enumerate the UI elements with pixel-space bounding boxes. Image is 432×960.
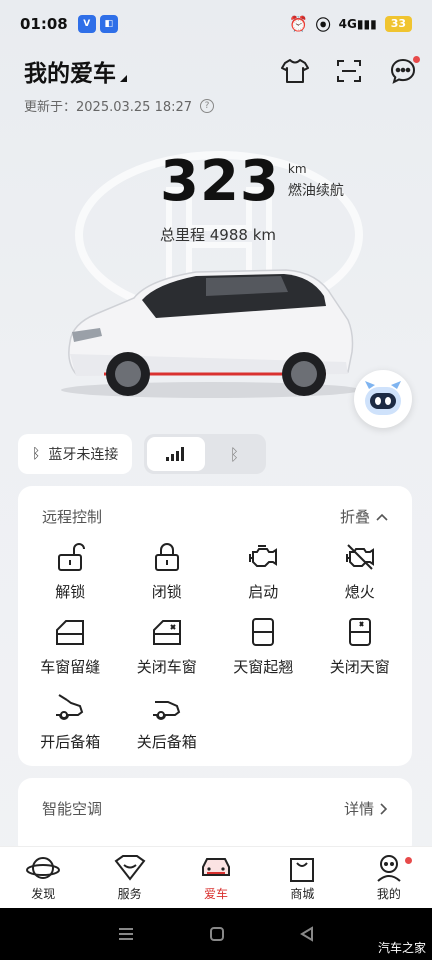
status-time: 01:08 [20,15,68,33]
watermark: 汽车之家 [377,941,426,955]
range-unit: km [287,162,307,176]
engine-off-label: 熄火 [344,583,375,601]
trunk-open-button[interactable]: 开后备箱 [22,691,119,752]
back-icon[interactable] [299,926,315,942]
unlock-button[interactable]: 解锁 [22,541,119,602]
battery-indicator: 33 [384,16,412,32]
bottom-tab-bar: 发现 服务 爱车 商城 我的 [0,846,432,908]
odometer: 总里程 4988 km [160,226,277,244]
page-title[interactable]: 我的爱车 [24,54,116,88]
window-close-icon [152,620,181,645]
tab-shop-label: 商城 [290,887,315,901]
app-notification-icon-2: ◧ [99,15,118,33]
bluetooth-mode-icon: ᛒ [229,444,240,464]
engine-start-button[interactable]: 启动 [215,541,312,602]
message-icon[interactable] [388,56,420,86]
signal-icon: 4G▮▮▮ [338,17,377,31]
service-icon [114,855,146,881]
trunk-close-label: 关后备箱 [136,733,197,751]
range-label: 燃油续航 [287,183,344,199]
collapse-button[interactable]: 折叠 [340,506,388,527]
chevron-right-icon [380,802,388,815]
tab-discover-label: 发现 [31,887,56,901]
sunroof-tilt-button[interactable]: 天窗起翘 [215,616,312,677]
sunroof-tilt-icon [252,618,275,646]
bluetooth-row: ᛒ 蓝牙未连接 ᛒ [18,434,267,474]
assistant-robot-button[interactable] [354,370,412,428]
trunk-close-button[interactable]: 关后备箱 [119,691,216,752]
tab-discover[interactable]: 发现 [0,847,86,908]
sunroof-close-label: 关闭天窗 [329,658,390,676]
bluetooth-status-label: 蓝牙未连接 [48,447,119,463]
sunroof-close-button[interactable]: 关闭天窗 [312,616,409,677]
location-icon: ⦿ [315,15,331,34]
window-vent-button[interactable]: 车窗留缝 [22,616,119,677]
status-bar: 01:08 V ◧ ⏰ ⦿ 4G▮▮▮ 33 [0,0,432,48]
profile-icon [377,855,401,882]
range-value: 323 [160,149,280,214]
car-icon [202,858,231,876]
help-icon[interactable]: ? [200,98,215,113]
remote-control-title: 远程控制 [42,508,103,526]
app-notification-icon: V [77,15,96,33]
window-close-button[interactable]: 关闭车窗 [119,616,216,677]
engine-off-icon [345,544,374,570]
fuel-range: 323 km 燃油续航 [160,152,344,212]
message-badge [413,56,420,63]
unlock-label: 解锁 [55,583,86,601]
lock-button[interactable]: 闭锁 [119,541,216,602]
smart-ac-title: 智能空调 [42,800,103,818]
window-vent-label: 车窗留缝 [40,658,101,676]
menu-icon[interactable] [117,926,135,942]
planet-icon [26,857,61,879]
robot-icon [365,381,401,415]
bluetooth-status-button[interactable]: ᛒ 蓝牙未连接 [18,434,133,474]
chevron-up-icon [376,513,388,521]
tab-shop[interactable]: 商城 [259,847,345,908]
update-time: 更新于：2025.03.25 18:27 ? [24,96,215,115]
car-image [61,269,361,398]
update-time-text: 更新于：2025.03.25 18:27 [24,100,193,115]
tab-mycar[interactable]: 爱车 [173,847,259,908]
lock-label: 闭锁 [151,583,182,601]
system-nav-bar [0,908,432,960]
dropdown-triangle-icon[interactable] [120,74,127,82]
tab-profile[interactable]: 我的 [346,847,432,908]
trunk-open-icon [56,694,84,720]
engine-off-button[interactable]: 熄火 [312,541,409,602]
bluetooth-mode-tab[interactable]: ᛒ [205,437,263,471]
sunroof-tilt-label: 天窗起翘 [233,658,294,676]
collapse-label: 折叠 [339,508,370,526]
ac-detail-link[interactable]: 详情 [344,798,388,819]
sunroof-close-icon [348,618,371,646]
engine-start-icon [249,545,278,567]
trunk-open-label: 开后备箱 [40,733,101,751]
bluetooth-icon: ᛒ [32,446,41,462]
tshirt-icon[interactable] [280,56,310,86]
signal-bars-icon [166,447,185,461]
unlock-icon [58,543,86,571]
window-vent-icon [56,620,85,645]
tab-service[interactable]: 服务 [86,847,172,908]
shop-bag-icon [290,858,315,882]
remote-control-card: 远程控制 折叠 解锁 闭锁 启动 熄火 车窗留缝 关闭车窗 天窗起翘 关闭天窗 … [18,486,412,766]
lock-icon [154,543,179,571]
window-close-label: 关闭车窗 [136,658,197,676]
trunk-close-icon [152,701,180,720]
home-icon[interactable] [209,926,225,942]
alarm-icon: ⏰ [288,15,308,33]
network-mode-tab[interactable] [147,437,206,471]
tab-profile-label: 我的 [376,887,401,901]
ac-detail-label: 详情 [343,800,374,818]
tab-service-label: 服务 [117,887,142,901]
tab-mycar-label: 爱车 [204,887,229,901]
connection-mode-toggle: ᛒ [144,434,267,474]
scan-icon[interactable] [334,56,364,86]
profile-badge [405,857,413,864]
engine-start-label: 启动 [248,583,279,601]
page-header: 我的爱车 [24,54,420,88]
